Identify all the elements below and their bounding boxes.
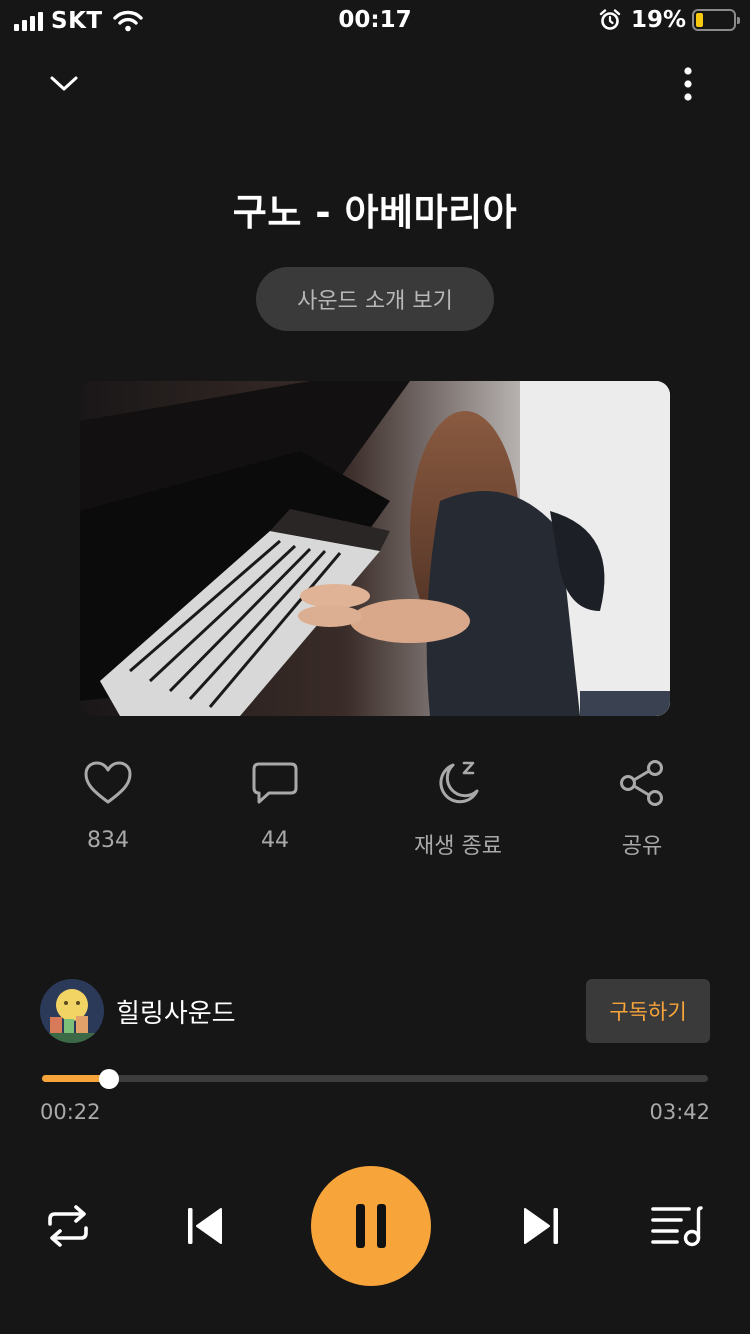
sleep-timer-button[interactable]: 재생 종료 <box>383 756 533 860</box>
channel-name[interactable]: 힐링사운드 <box>116 993 236 1030</box>
playlist-icon <box>651 1206 703 1247</box>
sound-intro-button[interactable]: 사운드 소개 보기 <box>256 267 494 331</box>
share-button[interactable]: 공유 <box>567 756 717 860</box>
channel-avatar[interactable] <box>40 979 104 1043</box>
total-time: 03:42 <box>649 1100 710 1124</box>
heart-icon <box>84 761 132 804</box>
playlist-button[interactable] <box>646 1196 708 1256</box>
track-artwork <box>80 381 670 716</box>
battery-percent: 19% <box>630 7 686 33</box>
like-button[interactable]: 834 <box>33 756 183 853</box>
action-row: 834 44 재생 종료 공유 <box>0 756 750 866</box>
alarm-icon <box>599 9 621 30</box>
status-right: 19% <box>599 7 740 33</box>
piano-photo <box>80 381 670 716</box>
like-count: 834 <box>87 828 129 853</box>
previous-button[interactable] <box>176 1196 234 1256</box>
progress-track <box>42 1075 708 1082</box>
subscribe-button[interactable]: 구독하기 <box>586 979 710 1043</box>
repeat-icon <box>48 1205 88 1247</box>
player-screen: SKT 00:17 19% 구노 - 아베마리아 사운드 소개 보기 834 4… <box>0 0 750 1334</box>
skip-next-icon <box>524 1208 558 1244</box>
skip-previous-icon <box>188 1208 222 1244</box>
chevron-down-icon <box>50 76 78 91</box>
share-icon <box>620 760 663 806</box>
track-title: 구노 - 아베마리아 <box>232 191 518 234</box>
progress-thumb[interactable] <box>98 1069 119 1089</box>
status-bar: SKT 00:17 19% <box>0 0 750 44</box>
collapse-button[interactable] <box>38 60 90 108</box>
sleep-timer-label: 재생 종료 <box>414 834 502 859</box>
moon-sleep-icon <box>439 761 479 804</box>
next-button[interactable] <box>512 1196 570 1256</box>
pause-button[interactable] <box>311 1166 431 1286</box>
share-label: 공유 <box>621 834 663 859</box>
comment-count: 44 <box>261 828 289 853</box>
battery-icon <box>692 9 740 31</box>
more-options-button[interactable] <box>664 60 712 108</box>
comment-button[interactable]: 44 <box>200 756 350 853</box>
avatar-image <box>40 979 104 1043</box>
battery-level <box>696 13 703 27</box>
channel-row: 힐링사운드 구독하기 <box>40 979 710 1043</box>
more-vertical-icon <box>684 67 692 101</box>
comment-icon <box>252 762 298 804</box>
progress-bar[interactable] <box>42 1068 708 1090</box>
repeat-button[interactable] <box>38 1196 98 1256</box>
elapsed-time: 00:22 <box>40 1100 101 1124</box>
pause-icon <box>356 1204 386 1248</box>
